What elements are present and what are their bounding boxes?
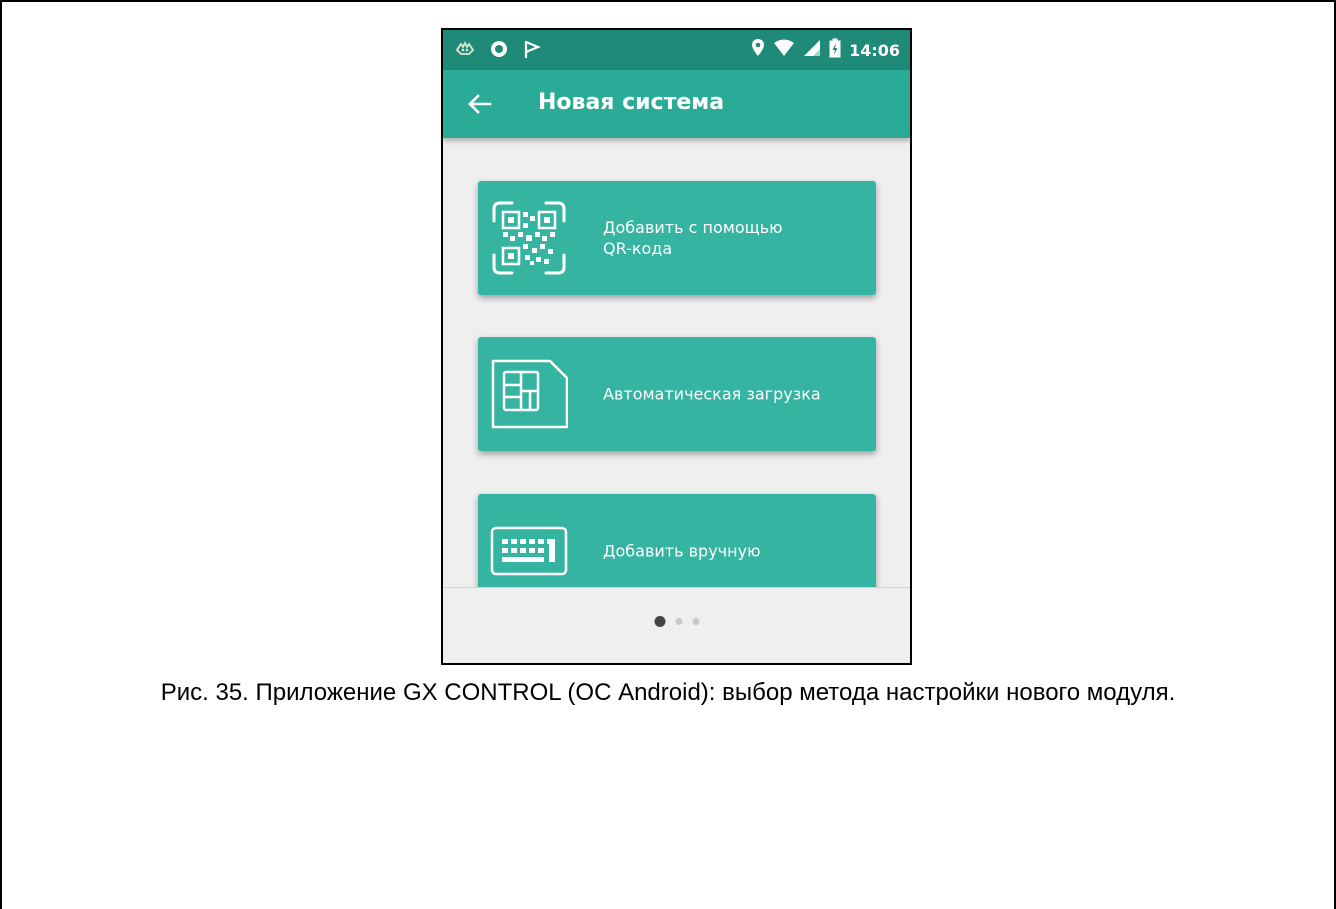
phone-screenshot: 14:06 Новая система Добавить с помощью Q… xyxy=(441,28,912,665)
automatic-download-label: Автоматическая загрузка xyxy=(603,384,821,404)
page-dot-3[interactable] xyxy=(692,618,699,625)
signal-icon xyxy=(803,39,821,61)
app-bar: Новая система xyxy=(443,70,910,138)
ghost-app-icon xyxy=(455,40,475,61)
status-time: 14:06 xyxy=(849,40,900,60)
status-bar: 14:06 xyxy=(443,30,910,70)
automatic-download-button[interactable]: Автоматическая загрузка xyxy=(478,337,876,451)
add-manually-label: Добавить вручную xyxy=(603,541,761,561)
add-with-qr-button[interactable]: Добавить с помощью QR-кода xyxy=(478,181,876,295)
pager-bar xyxy=(443,587,910,663)
page-dot-1[interactable] xyxy=(654,616,665,627)
add-with-qr-label: Добавить с помощью QR-кода xyxy=(603,218,783,258)
wifi-icon xyxy=(773,39,795,61)
back-button[interactable] xyxy=(463,87,497,121)
qr-code-icon xyxy=(490,199,568,277)
keyboard-icon xyxy=(490,512,568,590)
page-dot-2[interactable] xyxy=(675,618,682,625)
page-title: Новая система xyxy=(538,90,725,115)
page-indicator xyxy=(654,616,699,627)
arrow-left-icon xyxy=(463,94,497,125)
location-icon xyxy=(751,38,765,62)
check-flag-icon xyxy=(523,39,541,63)
record-icon xyxy=(489,39,509,63)
sim-card-icon xyxy=(490,355,569,433)
battery-icon xyxy=(829,38,841,62)
figure-caption: Рис. 35. Приложение GX CONTROL (ОС Andro… xyxy=(160,679,1176,706)
